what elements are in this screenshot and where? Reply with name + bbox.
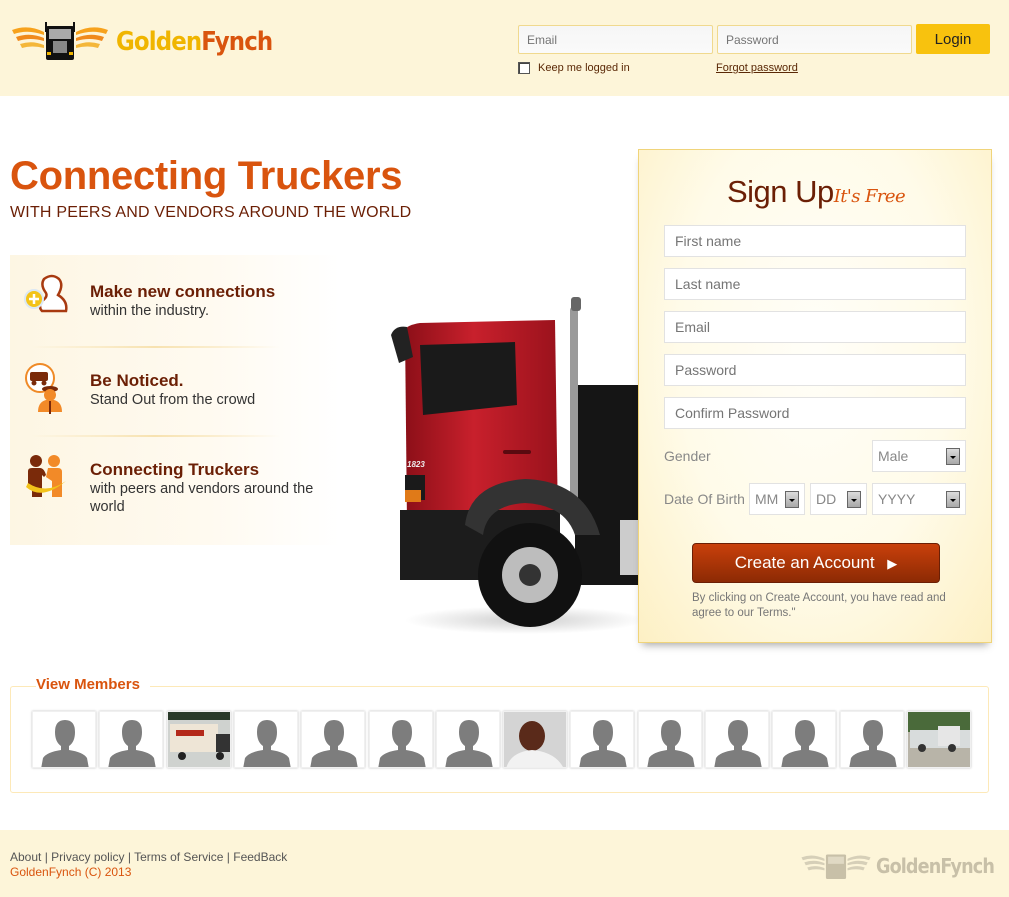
keep-logged-in[interactable]: Keep me logged in: [518, 62, 630, 74]
user-silhouette-icon: [706, 712, 768, 767]
user-silhouette-icon: [33, 712, 95, 767]
dob-year-select[interactable]: YYYY: [872, 483, 966, 515]
feature-item: Be Noticed. Stand Out from the crowd: [10, 344, 340, 433]
member-avatar-placeholder[interactable]: [234, 711, 298, 768]
logo[interactable]: GoldenFynch: [10, 20, 294, 64]
member-image: [504, 712, 566, 767]
login-email-input[interactable]: [518, 25, 713, 54]
user-silhouette-icon: [437, 712, 499, 767]
member-photo[interactable]: [907, 711, 971, 768]
gender-label: Gender: [664, 448, 711, 464]
user-silhouette-icon: [370, 712, 432, 767]
driver-icon: [25, 363, 62, 414]
feature-description: within the industry.: [90, 303, 210, 319]
signup-title-accent: It's Free: [833, 186, 906, 207]
member-avatar-placeholder[interactable]: [369, 711, 433, 768]
footer-link-about[interactable]: About: [10, 850, 41, 864]
feature-title: Be Noticed.: [90, 371, 184, 390]
user-silhouette-icon: [773, 712, 835, 767]
member-avatar-placeholder[interactable]: [301, 711, 365, 768]
gender-select[interactable]: Male: [872, 440, 966, 472]
login-password-input[interactable]: [717, 25, 912, 54]
hero-title: Connecting Truckers: [10, 154, 403, 198]
login-button[interactable]: Login: [916, 24, 990, 54]
user-silhouette-icon: [571, 712, 633, 767]
first-name-input[interactable]: [664, 225, 966, 257]
member-photo[interactable]: [167, 711, 231, 768]
member-avatar-placeholder[interactable]: [840, 711, 904, 768]
feature-item: Connecting Truckers with peers and vendo…: [10, 433, 340, 522]
dropdown-arrow-icon: [946, 447, 960, 465]
feature-description: with peers and vendors around the world: [90, 481, 314, 515]
dob-day-select[interactable]: DD: [810, 483, 867, 515]
member-avatar-placeholder[interactable]: [99, 711, 163, 768]
feature-title: Connecting Truckers: [90, 460, 260, 479]
keep-logged-in-label: Keep me logged in: [538, 62, 630, 74]
last-name-input[interactable]: [664, 268, 966, 300]
dropdown-arrow-icon: [946, 490, 960, 508]
member-avatar-placeholder[interactable]: [32, 711, 96, 768]
confirm-password-input[interactable]: [664, 397, 966, 429]
member-avatar-placeholder[interactable]: [705, 711, 769, 768]
member-image: [168, 712, 230, 767]
footer-links: About | Privacy policy | Terms of Servic…: [10, 850, 288, 864]
signup-password-input[interactable]: [664, 354, 966, 386]
dob-label: Date Of Birth: [664, 491, 745, 507]
user-silhouette-icon: [302, 712, 364, 767]
dropdown-arrow-icon: [785, 490, 799, 508]
dob-month-select[interactable]: MM: [749, 483, 805, 515]
members-title: View Members: [36, 676, 150, 693]
footer-brand-name: GoldenFynch: [876, 854, 995, 878]
create-account-button[interactable]: Create an Account ▶: [692, 543, 940, 583]
footer-link-privacy[interactable]: Privacy policy: [51, 850, 124, 864]
member-avatar-placeholder[interactable]: [570, 711, 634, 768]
signup-email-input[interactable]: [664, 311, 966, 343]
member-avatar-placeholder[interactable]: [638, 711, 702, 768]
footer-link-feedback[interactable]: FeedBack: [233, 850, 287, 864]
member-photo[interactable]: [503, 711, 567, 768]
feature-item: Make new connections within the industry…: [10, 255, 340, 344]
footer-link-terms[interactable]: Terms of Service: [134, 850, 223, 864]
user-silhouette-icon: [639, 712, 701, 767]
copyright: GoldenFynch (C) 2013: [10, 865, 132, 879]
signup-panel: Sign UpIt's Free Gender Male Date Of Bir…: [638, 149, 992, 643]
add-user-icon: [24, 274, 68, 313]
brand-name: GoldenFynch: [116, 27, 273, 57]
signup-title: Sign UpIt's Free: [726, 174, 906, 209]
feature-title: Make new connections: [90, 282, 276, 301]
header: GoldenFynch Login Keep me logged in Forg…: [0, 0, 1009, 96]
hero-truck-image: 1823: [375, 295, 640, 640]
footer: About | Privacy policy | Terms of Servic…: [0, 830, 1009, 897]
svg-text:1823: 1823: [407, 460, 425, 469]
features-list: Make new connections within the industry…: [10, 255, 340, 545]
winged-truck-logo-icon: [12, 22, 108, 60]
member-avatar-placeholder[interactable]: [436, 711, 500, 768]
terms-notice: By clicking on Create Account, you have …: [692, 592, 946, 619]
feature-description: Stand Out from the crowd: [90, 392, 256, 408]
keep-logged-in-checkbox[interactable]: [518, 62, 530, 74]
member-image: [908, 712, 970, 767]
footer-logo: GoldenFynch: [800, 850, 1009, 882]
user-silhouette-icon: [100, 712, 162, 767]
member-avatar-placeholder[interactable]: [772, 711, 836, 768]
dropdown-arrow-icon: [847, 490, 861, 508]
user-silhouette-icon: [235, 712, 297, 767]
play-arrow-icon: ▶: [887, 556, 898, 571]
winged-truck-logo-icon: [801, 854, 871, 879]
user-silhouette-icon: [841, 712, 903, 767]
hero-subtitle: WITH PEERS AND VENDORS AROUND THE WORLD: [10, 204, 412, 221]
handshake-icon: [26, 455, 66, 497]
forgot-password-link[interactable]: Forgot password: [716, 62, 798, 74]
